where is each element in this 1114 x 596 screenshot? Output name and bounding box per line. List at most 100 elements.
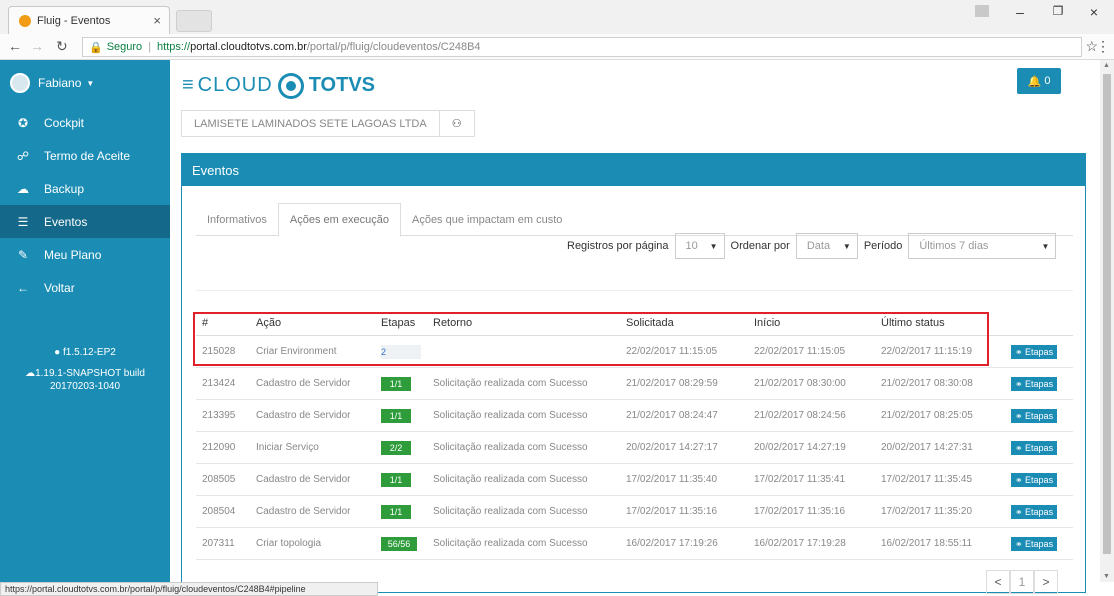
reload-icon[interactable]: ↻ [56, 38, 68, 55]
browser-tabstrip: Fluig - Eventos × – ❐ × [0, 0, 1114, 34]
etapas-button[interactable]: ⚭ Etapas [1011, 472, 1058, 487]
build-version: 1.19.1-SNAPSHOT build [35, 368, 145, 379]
url-input[interactable]: 🔒 Seguro | https:// portal.cloudtotvs.co… [82, 37, 1082, 57]
sidebar-item-meu-plano[interactable]: ✎ Meu Plano [0, 238, 170, 271]
cell-etapas: 1/1 [381, 472, 433, 487]
cell-acao: Criar Environment [256, 346, 337, 357]
sidebar-item-label: Cockpit [44, 115, 85, 130]
cell-actions: ⚭ Etapas [1011, 472, 1073, 487]
sidebar-item-label: Backup [44, 181, 85, 196]
version-info: ● f1.5.12-EP2 ☁1.19.1-SNAPSHOT build 201… [0, 346, 170, 393]
cloud-totvs-logo: ≡ CLOUD TOTVS [182, 74, 375, 97]
user-menu[interactable]: Fabiano ▼ [0, 60, 170, 106]
cell-retorno: Solicitação realizada com Sucesso [433, 410, 588, 421]
build-date: 20170203-1040 [49, 381, 121, 392]
address-bar-row: ← → ↻ 🔒 Seguro | https:// portal.cloudto… [0, 34, 1114, 60]
cell-acao: Cadastro de Servidor [256, 474, 351, 485]
etapas-button[interactable]: ⚭ Etapas [1011, 344, 1058, 359]
etapas-button[interactable]: ⚭ Etapas [1011, 440, 1058, 455]
cell-retorno: Solicitação realizada com Sucesso [433, 474, 588, 485]
panel-title: Eventos [182, 154, 1085, 186]
page-scrollbar[interactable]: ▲ ▼ [1100, 60, 1114, 582]
sidebar-item-termo-de-aceite[interactable]: ☍ Termo de Aceite [0, 139, 170, 172]
etapas-button-label: Etapas [1025, 538, 1054, 549]
cell-etapas: 1/1 [381, 376, 433, 391]
url-scheme: https:// [157, 41, 191, 53]
per-page-value: 10 [685, 240, 698, 252]
cell-acao: Cadastro de Servidor [256, 410, 351, 421]
col-etapas: Etapas [381, 316, 416, 329]
cell-etapas: 2 [381, 344, 433, 359]
close-tab-icon[interactable]: × [153, 13, 161, 28]
cell-retorno: Solicitação realizada com Sucesso [433, 506, 588, 517]
cell-solicitada: 20/02/2017 14:27:17 [626, 442, 718, 453]
cell-actions: ⚭ Etapas [1011, 376, 1073, 391]
page-number[interactable]: 1 [1010, 570, 1034, 594]
sidebar-item-backup[interactable]: ☁ Backup [0, 172, 170, 205]
etapas-button[interactable]: ⚭ Etapas [1011, 504, 1058, 519]
prev-page-button[interactable]: < [986, 570, 1010, 594]
sidebar-item-voltar[interactable]: ← Voltar [0, 271, 170, 304]
cell-ultimo-status: 16/02/2017 18:55:11 [881, 538, 973, 549]
etapas-button-label: Etapas [1025, 378, 1054, 389]
table-row: 208504 Cadastro de Servidor 1/1 Solicitação… [196, 496, 1073, 528]
etapas-button-label: Etapas [1025, 442, 1054, 453]
scroll-up-icon[interactable]: ▲ [1103, 62, 1110, 69]
share-icon: ⚭ [1015, 346, 1026, 357]
change-company-button[interactable]: ⚇ [440, 117, 474, 130]
cell-id: 213424 [202, 378, 236, 389]
cell-ultimo-status: 21/02/2017 08:25:05 [881, 410, 973, 421]
cell-inicio: 17/02/2017 11:35:16 [754, 506, 846, 517]
scrollbar-thumb[interactable] [1103, 74, 1111, 554]
chevron-down-icon: ▼ [709, 241, 718, 251]
tab-informativos[interactable]: Informativos [196, 203, 278, 236]
close-window-icon[interactable]: × [1082, 4, 1106, 20]
per-page-select[interactable]: 10 ▼ [674, 233, 725, 259]
notifications-button[interactable]: 🔔 0 [1017, 68, 1061, 94]
share-icon: ⚭ [1015, 538, 1026, 549]
cell-id: 208505 [202, 474, 236, 485]
cell-id: 207311 [202, 538, 235, 549]
scroll-down-icon[interactable]: ▼ [1103, 573, 1110, 580]
etapas-button-label: Etapas [1025, 474, 1054, 485]
restore-icon[interactable]: ❐ [1046, 4, 1070, 18]
new-tab-button[interactable] [176, 10, 212, 32]
minimize-icon[interactable]: – [1008, 4, 1032, 20]
cell-inicio: 21/02/2017 08:24:56 [754, 410, 846, 421]
browser-menu-icon[interactable]: ⋮ [1096, 38, 1110, 55]
sidebar: Fabiano ▼ ✪ Cockpit ☍ Termo de Aceite ☁ … [0, 60, 170, 582]
back-icon[interactable]: ← [8, 38, 22, 54]
order-select[interactable]: Data ▼ [795, 233, 858, 259]
cell-retorno: Solicitação realizada com Sucesso [433, 538, 588, 549]
cell-etapas: 2/2 [381, 440, 433, 455]
browser-tab[interactable]: Fluig - Eventos × [8, 6, 170, 34]
forward-icon[interactable]: → [30, 38, 44, 54]
etapas-button[interactable]: ⚭ Etapas [1011, 408, 1058, 423]
next-page-button[interactable]: > [1034, 570, 1058, 594]
etapas-button[interactable]: ⚭ Etapas [1011, 376, 1058, 391]
etapas-button[interactable]: ⚭ Etapas [1011, 536, 1058, 551]
cell-solicitada: 21/02/2017 08:24:47 [626, 410, 718, 421]
cell-solicitada: 17/02/2017 11:35:16 [626, 506, 718, 517]
etapas-badge: 1/1 [381, 472, 411, 487]
period-select[interactable]: Últimos 7 dias ▼ [908, 233, 1057, 259]
sidebar-item-cockpit[interactable]: ✪ Cockpit [0, 106, 170, 139]
tab-acoes-em-execucao[interactable]: Ações em execução [277, 203, 401, 237]
divider [196, 290, 1073, 291]
cell-id: 215028 [202, 346, 236, 357]
totvs-logo-icon [280, 75, 301, 96]
etapas-badge: 1/1 [381, 504, 411, 519]
table-row: 213424 Cadastro de Servidor 1/1 Solicitação… [196, 368, 1073, 400]
profile-icon[interactable] [975, 5, 989, 17]
lock-icon: 🔒 [89, 41, 103, 54]
cell-inicio: 22/02/2017 11:15:05 [754, 346, 846, 357]
cell-solicitada: 16/02/2017 17:19:26 [626, 538, 718, 549]
etapas-badge: 56/56 [381, 536, 417, 551]
hamburger-menu-icon[interactable]: ≡ [182, 74, 194, 97]
cell-actions: ⚭ Etapas [1011, 440, 1073, 455]
cell-solicitada: 21/02/2017 08:29:59 [626, 378, 718, 389]
cell-acao: Iniciar Serviço [256, 442, 319, 453]
cell-acao: Cadastro de Servidor [256, 378, 351, 389]
sidebar-item-eventos[interactable]: ☰ Eventos [0, 205, 170, 238]
tab-acoes-custo[interactable]: Ações que impactam em custo [401, 203, 573, 236]
